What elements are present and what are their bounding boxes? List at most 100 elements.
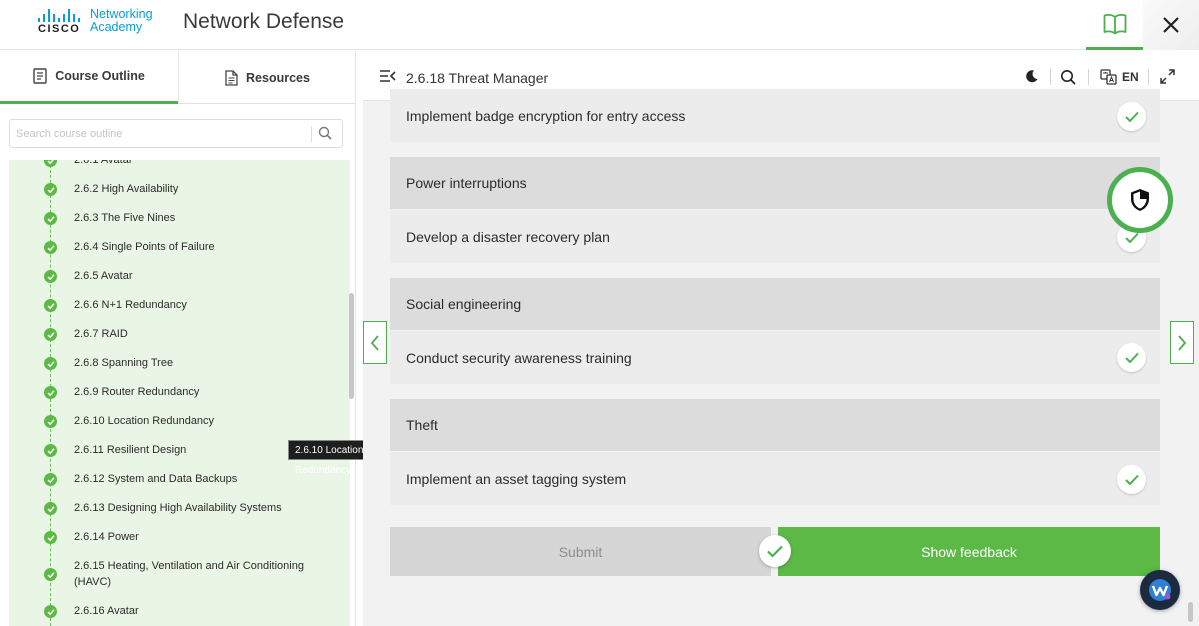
outline-item-label: 2.6.7 RAID [74, 328, 128, 340]
document-icon [225, 69, 238, 86]
answer-row[interactable]: Conduct security awareness training [390, 331, 1160, 384]
main-scrollbar[interactable] [1188, 602, 1193, 622]
list-item[interactable]: 2.6.9 Router Redundancy [9, 384, 339, 400]
list-item[interactable]: 2.6.10 Location Redundancy [9, 413, 339, 429]
outline-item-label: 2.6.16 Avatar [74, 605, 139, 617]
app-title: Network Defense [183, 10, 345, 33]
completed-check-icon [44, 568, 57, 581]
top-header: CISCO Networking Academy Network Defense [0, 0, 1199, 50]
completed-check-icon [44, 531, 57, 544]
list-item[interactable]: 2.6.14 Power [9, 529, 339, 545]
result-check-icon [759, 535, 791, 567]
networking-academy-wordmark: Networking Academy [90, 7, 153, 34]
course-sidebar: Course Outline Resources 2.6.1 Avatar 2.… [0, 51, 356, 626]
category-row: Power interruptions [390, 157, 1160, 209]
list-item[interactable]: 2.6.2 High Availability [9, 181, 339, 197]
answer-text: Implement badge encryption for entry acc… [406, 107, 686, 124]
search-icon[interactable] [318, 126, 332, 140]
completed-check-icon [44, 357, 57, 370]
outline-item-label: 2.6.13 Designing High Availability Syste… [74, 502, 282, 514]
category-row: Theft [390, 399, 1160, 451]
header-divider [1148, 69, 1149, 85]
completed-check-icon [44, 444, 57, 457]
chevron-left-icon [370, 334, 379, 351]
course-book-button[interactable] [1086, 0, 1143, 50]
collapse-menu-icon[interactable] [379, 69, 397, 83]
close-icon [1163, 17, 1179, 33]
outline-search [9, 119, 343, 148]
assistant-bot-button[interactable] [1140, 570, 1180, 610]
answer-row[interactable]: Implement an asset tagging system [390, 452, 1160, 505]
category-row: Social engineering [390, 278, 1160, 330]
chevron-right-icon [1178, 334, 1187, 351]
outline-item-label: 2.6.11 Resilient Design [74, 444, 187, 456]
tab-resources[interactable]: Resources [178, 51, 356, 104]
completed-check-icon [44, 415, 57, 428]
cisco-networking-academy-logo: CISCO Networking Academy [38, 8, 158, 42]
list-item[interactable]: 2.6.13 Designing High Availability Syste… [9, 500, 339, 516]
next-page-button[interactable] [1170, 321, 1194, 364]
close-button[interactable] [1143, 0, 1199, 50]
list-item[interactable]: 2.6.1 Avatar [9, 160, 339, 168]
completed-check-icon [44, 241, 57, 254]
list-item[interactable]: 2.6.8 Spanning Tree [9, 355, 339, 371]
tab-label: Course Outline [55, 69, 145, 83]
previous-page-button[interactable] [363, 321, 387, 364]
list-item[interactable]: 2.6.16 Avatar [9, 603, 339, 619]
search-input[interactable] [16, 124, 306, 144]
threat-shield-button[interactable] [1107, 167, 1173, 233]
list-item[interactable]: 2.6.7 RAID [9, 326, 339, 342]
tab-course-outline[interactable]: Course Outline [0, 51, 178, 104]
list-item[interactable]: 2.6.15 Heating, Ventilation and Air Cond… [9, 558, 339, 590]
outline-item-label: 2.6.9 Router Redundancy [74, 386, 200, 398]
language-code: EN [1122, 70, 1139, 84]
list-item[interactable]: 2.6.4 Single Points of Failure [9, 239, 339, 255]
sidebar-tabs: Course Outline Resources [0, 51, 356, 104]
answer-text: Implement an asset tagging system [406, 470, 627, 487]
search-icon[interactable] [1060, 69, 1076, 85]
completed-check-icon [44, 473, 57, 486]
header-divider [1088, 69, 1089, 85]
category-text: Social engineering [406, 296, 522, 312]
completed-check-icon [44, 183, 57, 196]
outline-item-label: 2.6.2 High Availability [74, 183, 179, 195]
fullscreen-icon[interactable] [1160, 69, 1175, 84]
list-item[interactable]: 2.6.12 System and Data Backups [9, 471, 339, 487]
answer-text: Develop a disaster recovery plan [406, 228, 610, 245]
search-divider [311, 126, 312, 142]
correct-check-icon [1117, 343, 1146, 372]
list-item[interactable]: 2.6.6 N+1 Redundancy [9, 297, 339, 313]
outline-item-label: 2.6.12 System and Data Backups [74, 473, 238, 485]
dark-mode-icon[interactable] [1024, 69, 1039, 84]
answer-text: Conduct security awareness training [406, 349, 632, 366]
outline-item-label: 2.6.1 Avatar [74, 160, 133, 166]
cisco-wordmark: CISCO [38, 23, 81, 35]
correct-check-icon [1117, 465, 1146, 494]
submit-button[interactable]: Submit [390, 527, 771, 576]
show-feedback-button[interactable]: Show feedback [778, 527, 1160, 576]
language-selector[interactable]: EN [1100, 69, 1139, 85]
answer-row[interactable]: Develop a disaster recovery plan [390, 210, 1160, 263]
shield-icon [1131, 189, 1149, 211]
outline-item-label: 2.6.6 N+1 Redundancy [74, 299, 187, 311]
outline-item-label: 2.6.15 Heating, Ventilation and Air Cond… [74, 560, 304, 588]
cisco-bars-icon [38, 8, 86, 22]
outline-item-label: 2.6.8 Spanning Tree [74, 357, 174, 369]
outline-item-label: 2.6.4 Single Points of Failure [74, 241, 215, 253]
outline-item-label: 2.6.10 Location Redundancy [74, 415, 215, 427]
assistant-icon [1149, 579, 1171, 601]
completed-check-icon [44, 328, 57, 341]
answer-row[interactable]: Implement badge encryption for entry acc… [390, 89, 1160, 142]
list-item[interactable]: 2.6.3 The Five Nines [9, 210, 339, 226]
completed-check-icon [44, 299, 57, 312]
completed-check-icon [44, 605, 57, 618]
category-text: Theft [406, 417, 438, 433]
page-title: 2.6.18 Threat Manager [406, 70, 549, 86]
completed-check-icon [44, 502, 57, 515]
outline-item-label: 2.6.3 The Five Nines [74, 212, 176, 224]
completed-check-icon [44, 386, 57, 399]
completed-check-icon [44, 270, 57, 283]
sidebar-scrollbar[interactable] [349, 293, 354, 399]
list-item[interactable]: 2.6.5 Avatar [9, 268, 339, 284]
outline-item-label: 2.6.14 Power [74, 531, 139, 543]
